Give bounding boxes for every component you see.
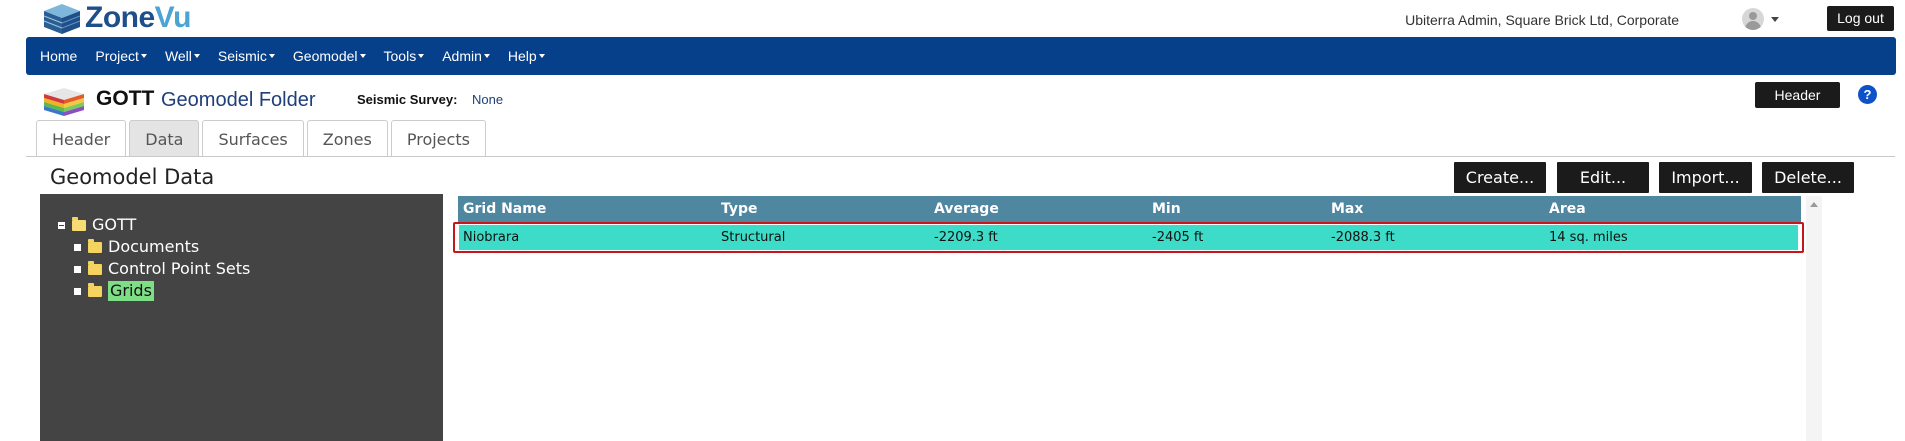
tree-panel: GOTT Documents Control Point Sets Grids <box>40 194 443 441</box>
delete-button[interactable]: Delete... <box>1762 162 1854 193</box>
help-icon[interactable]: ? <box>1858 85 1877 104</box>
edit-button[interactable]: Edit... <box>1557 162 1649 193</box>
tree-label-selected: Grids <box>108 281 154 301</box>
column-header-min[interactable]: Min <box>1152 196 1181 222</box>
header-button[interactable]: Header <box>1755 82 1840 108</box>
column-header-area[interactable]: Area <box>1549 196 1586 222</box>
tree-label: Control Point Sets <box>108 259 251 278</box>
folder-icon <box>88 282 102 297</box>
seismic-survey-label: Seismic Survey: <box>357 92 458 107</box>
chevron-down-icon <box>268 54 275 58</box>
logout-button[interactable]: Log out <box>1827 6 1894 31</box>
tree-label: Documents <box>108 237 200 256</box>
nav-home[interactable]: Home <box>40 48 77 64</box>
tab-surfaces[interactable]: Surfaces <box>202 120 304 157</box>
column-header-max[interactable]: Max <box>1331 196 1363 222</box>
cell-type: Structural <box>721 230 786 245</box>
tab-projects[interactable]: Projects <box>390 120 486 157</box>
cell-grid-name: Niobrara <box>463 230 520 245</box>
tab-divider <box>26 156 1895 157</box>
tree-node-documents[interactable]: Documents <box>74 237 199 257</box>
nav-geomodel[interactable]: Geomodel <box>293 48 366 64</box>
import-button[interactable]: Import... <box>1659 162 1752 193</box>
cell-average: -2209.3 ft <box>934 230 998 245</box>
user-menu-caret-icon[interactable] <box>1771 17 1779 22</box>
column-header-type[interactable]: Type <box>721 196 758 222</box>
tab-bar: Header Data Surfaces Zones Projects <box>36 120 489 157</box>
chevron-down-icon <box>359 54 366 58</box>
object-name: GOTT <box>96 87 155 110</box>
main-navbar: Home Project Well Seismic Geomodel Tools… <box>26 37 1896 75</box>
cell-min: -2405 ft <box>1152 230 1204 245</box>
user-info: Ubiterra Admin, Square Brick Ltd, Corpor… <box>1405 12 1679 28</box>
create-button[interactable]: Create... <box>1454 162 1546 193</box>
folder-icon <box>88 260 102 275</box>
nav-well[interactable]: Well <box>165 48 200 64</box>
tab-header[interactable]: Header <box>36 120 127 157</box>
chevron-down-icon <box>483 54 490 58</box>
logo-cube-icon <box>43 4 81 34</box>
chevron-down-icon <box>418 54 425 58</box>
grid-header-row: Grid Name Type Average Min Max Area <box>458 196 1801 222</box>
folder-icon <box>88 238 102 253</box>
seismic-survey-value[interactable]: None <box>472 91 503 109</box>
geomodel-layers-icon <box>44 88 84 116</box>
expand-icon[interactable] <box>74 265 81 273</box>
collapse-icon[interactable] <box>58 221 65 229</box>
scroll-up-arrow-icon[interactable] <box>1810 202 1818 207</box>
logo-text: ZoneVu <box>85 1 191 34</box>
tree-node-control-point-sets[interactable]: Control Point Sets <box>74 259 250 279</box>
nav-project[interactable]: Project <box>95 48 147 64</box>
cell-area: 14 sq. miles <box>1549 230 1628 245</box>
tab-data[interactable]: Data <box>129 120 200 157</box>
user-avatar-icon[interactable] <box>1742 8 1764 30</box>
grid-scrollbar[interactable] <box>1806 196 1822 441</box>
chevron-down-icon <box>193 54 200 58</box>
nav-admin[interactable]: Admin <box>442 48 490 64</box>
table-row[interactable]: Niobrara Structural -2209.3 ft -2405 ft … <box>459 225 1798 250</box>
nav-menu: Home Project Well Seismic Geomodel Tools… <box>40 37 563 75</box>
column-header-average[interactable]: Average <box>934 196 999 222</box>
object-type: Geomodel Folder <box>161 89 316 111</box>
cell-max: -2088.3 ft <box>1331 230 1395 245</box>
nav-seismic[interactable]: Seismic <box>218 48 275 64</box>
expand-icon[interactable] <box>74 287 81 295</box>
chevron-down-icon <box>140 54 147 58</box>
nav-tools[interactable]: Tools <box>384 48 425 64</box>
chevron-down-icon <box>538 54 545 58</box>
tree-node-grids[interactable]: Grids <box>74 281 154 301</box>
zonevu-logo[interactable]: ZoneVu <box>43 1 203 36</box>
expand-icon[interactable] <box>74 243 81 251</box>
tab-zones[interactable]: Zones <box>306 120 388 157</box>
section-title: Geomodel Data <box>50 165 215 189</box>
nav-help[interactable]: Help <box>508 48 545 64</box>
tree-label: GOTT <box>92 215 137 234</box>
column-header-grid-name[interactable]: Grid Name <box>463 196 546 222</box>
tree-node-root[interactable]: GOTT <box>58 215 136 235</box>
folder-open-icon <box>72 216 86 231</box>
